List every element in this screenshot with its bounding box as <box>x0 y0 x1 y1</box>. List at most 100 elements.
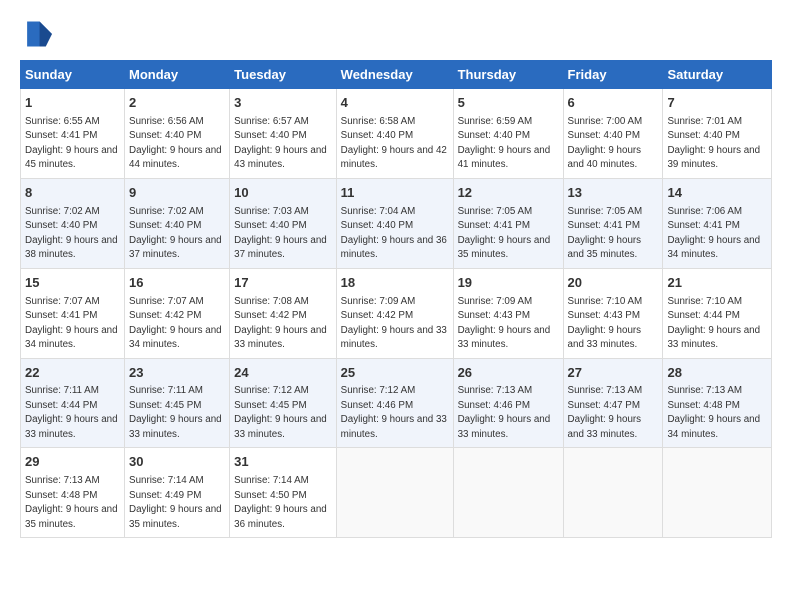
day-number: 10 <box>234 184 332 203</box>
col-header-saturday: Saturday <box>663 61 772 89</box>
calendar-cell: 5 Sunrise: 6:59 AMSunset: 4:40 PMDaylight… <box>453 89 563 179</box>
calendar-cell: 26Sunrise: 7:13 AMSunset: 4:46 PMDayligh… <box>453 358 563 448</box>
day-detail: Sunrise: 7:13 AMSunset: 4:47 PMDaylight:… <box>568 385 643 440</box>
day-detail: Sunrise: 7:00 AMSunset: 4:40 PMDaylight:… <box>568 116 643 171</box>
day-number: 27 <box>568 364 659 383</box>
day-detail: Sunrise: 7:14 AMSunset: 4:50 PMDaylight:… <box>234 475 327 530</box>
col-header-friday: Friday <box>563 61 663 89</box>
day-detail: Sunrise: 7:13 AMSunset: 4:48 PMDaylight:… <box>667 385 760 440</box>
logo-icon <box>20 18 52 50</box>
day-number: 9 <box>129 184 225 203</box>
day-detail: Sunrise: 6:58 AMSunset: 4:40 PMDaylight:… <box>341 116 447 171</box>
day-number: 26 <box>458 364 559 383</box>
calendar-cell <box>336 448 453 538</box>
day-detail: Sunrise: 7:11 AMSunset: 4:45 PMDaylight:… <box>129 385 222 440</box>
day-number: 22 <box>25 364 120 383</box>
col-header-monday: Monday <box>125 61 230 89</box>
calendar-cell <box>453 448 563 538</box>
calendar-cell: 16Sunrise: 7:07 AMSunset: 4:42 PMDayligh… <box>125 268 230 358</box>
calendar-cell: 9 Sunrise: 7:02 AMSunset: 4:40 PMDaylight… <box>125 178 230 268</box>
day-number: 17 <box>234 274 332 293</box>
header-row: SundayMondayTuesdayWednesdayThursdayFrid… <box>21 61 772 89</box>
day-number: 6 <box>568 94 659 113</box>
day-detail: Sunrise: 7:07 AMSunset: 4:41 PMDaylight:… <box>25 296 118 351</box>
calendar-cell: 31 Sunrise: 7:14 AMSunset: 4:50 PMDayligh… <box>230 448 337 538</box>
header <box>20 18 772 50</box>
day-number: 29 <box>25 453 120 472</box>
day-number: 28 <box>667 364 767 383</box>
day-number: 15 <box>25 274 120 293</box>
calendar-cell: 28 Sunrise: 7:13 AMSunset: 4:48 PMDayligh… <box>663 358 772 448</box>
calendar-cell: 6 Sunrise: 7:00 AMSunset: 4:40 PMDaylight… <box>563 89 663 179</box>
day-detail: Sunrise: 7:14 AMSunset: 4:49 PMDaylight:… <box>129 475 222 530</box>
day-number: 21 <box>667 274 767 293</box>
logo <box>20 18 56 50</box>
day-detail: Sunrise: 6:55 AMSunset: 4:41 PMDaylight:… <box>25 116 118 171</box>
calendar-cell: 10 Sunrise: 7:03 AMSunset: 4:40 PMDayligh… <box>230 178 337 268</box>
calendar-cell: 7 Sunrise: 7:01 AMSunset: 4:40 PMDaylight… <box>663 89 772 179</box>
day-detail: Sunrise: 7:12 AMSunset: 4:46 PMDaylight:… <box>341 385 447 440</box>
day-detail: Sunrise: 7:02 AMSunset: 4:40 PMDaylight:… <box>129 206 222 261</box>
calendar-cell: 30 Sunrise: 7:14 AMSunset: 4:49 PMDayligh… <box>125 448 230 538</box>
day-number: 30 <box>129 453 225 472</box>
calendar-week-4: 22 Sunrise: 7:11 AMSunset: 4:44 PMDayligh… <box>21 358 772 448</box>
day-number: 8 <box>25 184 120 203</box>
calendar-cell: 12 Sunrise: 7:05 AMSunset: 4:41 PMDayligh… <box>453 178 563 268</box>
day-number: 5 <box>458 94 559 113</box>
day-detail: Sunrise: 7:11 AMSunset: 4:44 PMDaylight:… <box>25 385 118 440</box>
day-detail: Sunrise: 6:59 AMSunset: 4:40 PMDaylight:… <box>458 116 551 171</box>
calendar-cell: 25Sunrise: 7:12 AMSunset: 4:46 PMDayligh… <box>336 358 453 448</box>
calendar-cell: 1 Sunrise: 6:55 AMSunset: 4:41 PMDaylight… <box>21 89 125 179</box>
day-detail: Sunrise: 7:08 AMSunset: 4:42 PMDaylight:… <box>234 296 327 351</box>
day-number: 13 <box>568 184 659 203</box>
calendar-week-5: 29 Sunrise: 7:13 AMSunset: 4:48 PMDayligh… <box>21 448 772 538</box>
day-number: 4 <box>341 94 449 113</box>
calendar-cell: 13 Sunrise: 7:05 AMSunset: 4:41 PMDayligh… <box>563 178 663 268</box>
day-number: 3 <box>234 94 332 113</box>
day-number: 31 <box>234 453 332 472</box>
day-detail: Sunrise: 7:10 AMSunset: 4:43 PMDaylight:… <box>568 296 643 351</box>
calendar-cell: 4 Sunrise: 6:58 AMSunset: 4:40 PMDaylight… <box>336 89 453 179</box>
day-number: 7 <box>667 94 767 113</box>
col-header-sunday: Sunday <box>21 61 125 89</box>
calendar-cell: 20 Sunrise: 7:10 AMSunset: 4:43 PMDayligh… <box>563 268 663 358</box>
day-number: 2 <box>129 94 225 113</box>
page: SundayMondayTuesdayWednesdayThursdayFrid… <box>0 0 792 612</box>
calendar-cell: 2 Sunrise: 6:56 AMSunset: 4:40 PMDaylight… <box>125 89 230 179</box>
calendar-cell: 23 Sunrise: 7:11 AMSunset: 4:45 PMDayligh… <box>125 358 230 448</box>
calendar-cell <box>563 448 663 538</box>
day-detail: Sunrise: 7:10 AMSunset: 4:44 PMDaylight:… <box>667 296 760 351</box>
day-number: 1 <box>25 94 120 113</box>
day-number: 16 <box>129 274 225 293</box>
calendar-table: SundayMondayTuesdayWednesdayThursdayFrid… <box>20 60 772 538</box>
calendar-cell: 3 Sunrise: 6:57 AMSunset: 4:40 PMDaylight… <box>230 89 337 179</box>
calendar-cell: 15 Sunrise: 7:07 AMSunset: 4:41 PMDayligh… <box>21 268 125 358</box>
day-detail: Sunrise: 7:13 AMSunset: 4:48 PMDaylight:… <box>25 475 118 530</box>
day-detail: Sunrise: 7:01 AMSunset: 4:40 PMDaylight:… <box>667 116 760 171</box>
day-detail: Sunrise: 6:56 AMSunset: 4:40 PMDaylight:… <box>129 116 222 171</box>
day-number: 12 <box>458 184 559 203</box>
calendar-cell: 19Sunrise: 7:09 AMSunset: 4:43 PMDayligh… <box>453 268 563 358</box>
calendar-cell: 8 Sunrise: 7:02 AMSunset: 4:40 PMDaylight… <box>21 178 125 268</box>
calendar-cell: 24 Sunrise: 7:12 AMSunset: 4:45 PMDayligh… <box>230 358 337 448</box>
day-detail: Sunrise: 7:03 AMSunset: 4:40 PMDaylight:… <box>234 206 327 261</box>
day-detail: Sunrise: 7:02 AMSunset: 4:40 PMDaylight:… <box>25 206 118 261</box>
day-number: 23 <box>129 364 225 383</box>
day-number: 24 <box>234 364 332 383</box>
calendar-cell: 27 Sunrise: 7:13 AMSunset: 4:47 PMDayligh… <box>563 358 663 448</box>
day-detail: Sunrise: 7:05 AMSunset: 4:41 PMDaylight:… <box>568 206 643 261</box>
calendar-cell: 11 Sunrise: 7:04 AMSunset: 4:40 PMDayligh… <box>336 178 453 268</box>
day-detail: Sunrise: 6:57 AMSunset: 4:40 PMDaylight:… <box>234 116 327 171</box>
day-number: 20 <box>568 274 659 293</box>
day-number: 11 <box>341 184 449 203</box>
day-number: 14 <box>667 184 767 203</box>
day-number: 18 <box>341 274 449 293</box>
day-detail: Sunrise: 7:09 AMSunset: 4:43 PMDaylight:… <box>458 296 551 351</box>
calendar-week-3: 15 Sunrise: 7:07 AMSunset: 4:41 PMDayligh… <box>21 268 772 358</box>
calendar-cell: 18Sunrise: 7:09 AMSunset: 4:42 PMDayligh… <box>336 268 453 358</box>
day-detail: Sunrise: 7:05 AMSunset: 4:41 PMDaylight:… <box>458 206 551 261</box>
day-detail: Sunrise: 7:12 AMSunset: 4:45 PMDaylight:… <box>234 385 327 440</box>
calendar-week-2: 8 Sunrise: 7:02 AMSunset: 4:40 PMDaylight… <box>21 178 772 268</box>
calendar-cell: 14Sunrise: 7:06 AMSunset: 4:41 PMDayligh… <box>663 178 772 268</box>
day-detail: Sunrise: 7:04 AMSunset: 4:40 PMDaylight:… <box>341 206 447 261</box>
